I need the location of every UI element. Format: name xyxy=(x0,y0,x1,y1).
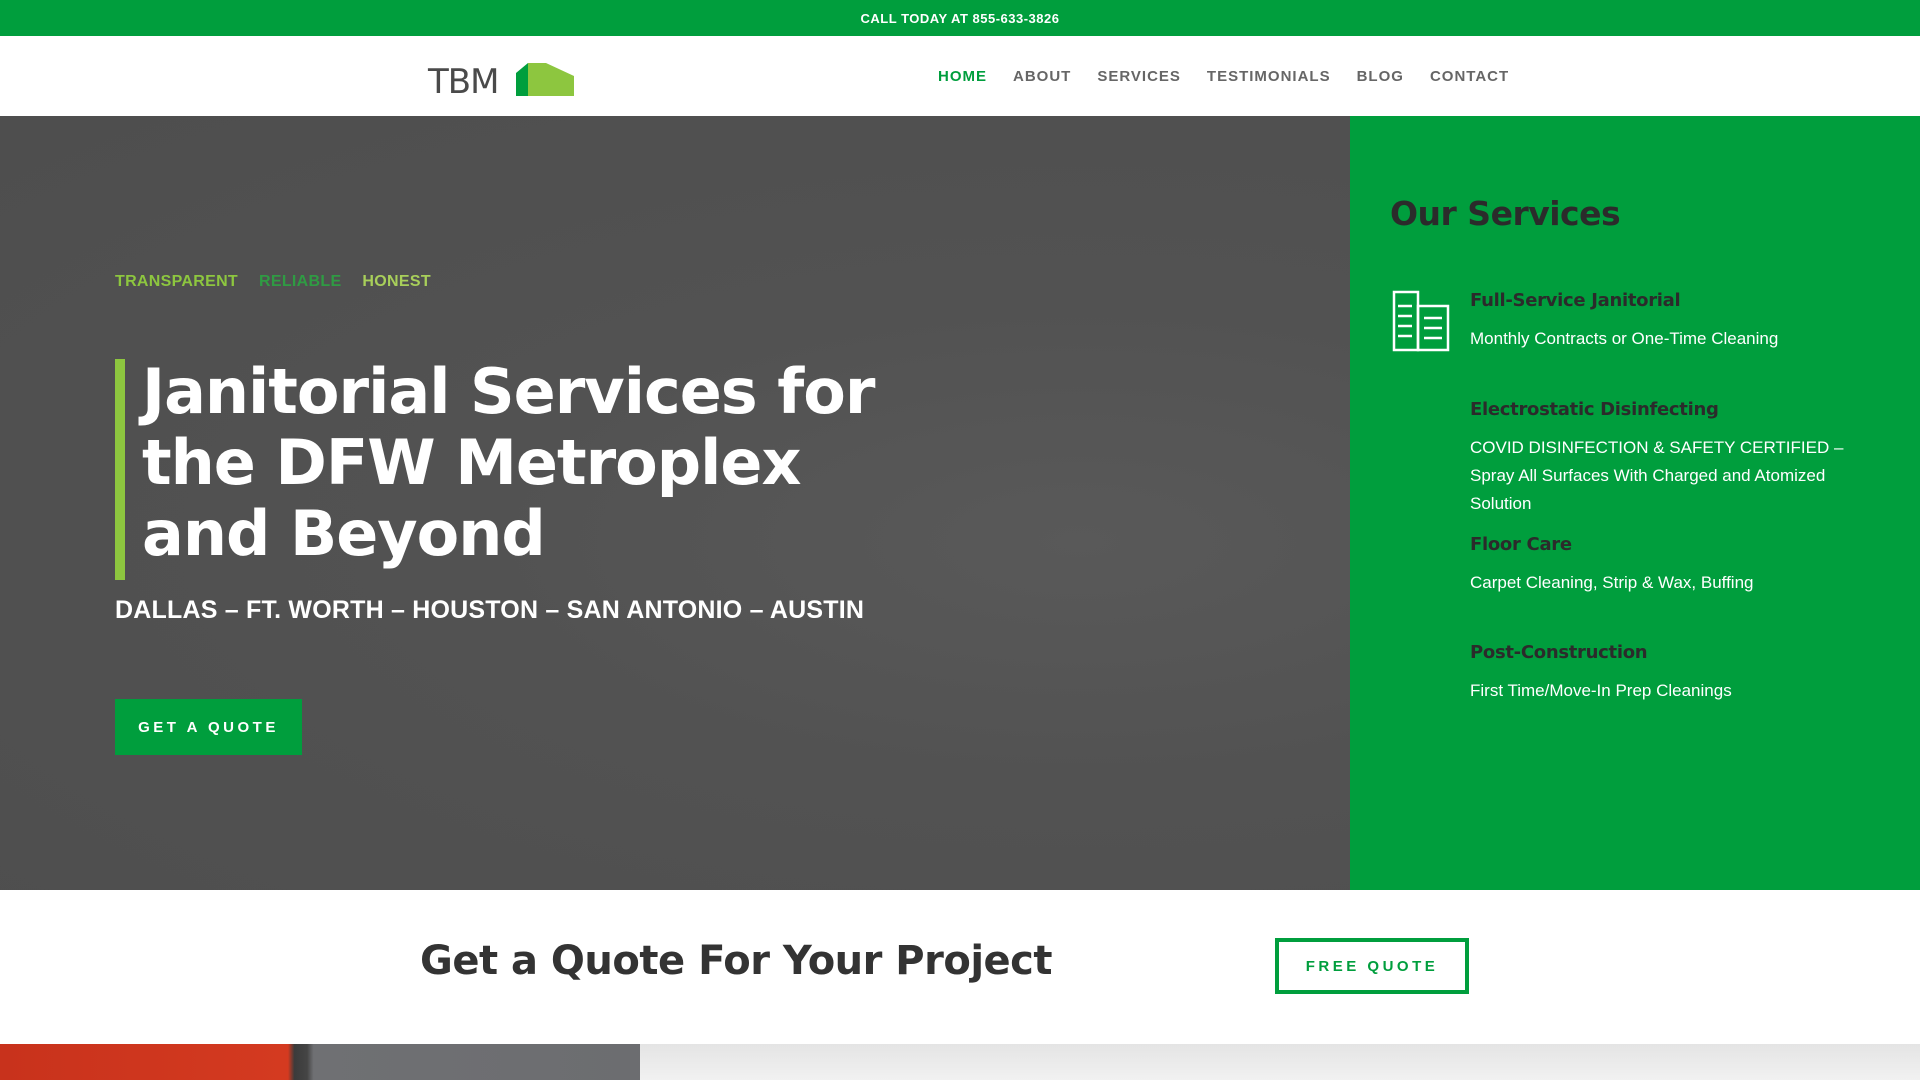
service-title[interactable]: Floor Care xyxy=(1470,534,1890,555)
hero-taglines: TRANSPARENT RELIABLE HONEST xyxy=(115,273,431,291)
nav-contact[interactable]: CONTACT xyxy=(1430,68,1509,85)
building-icon xyxy=(1392,290,1450,352)
tbm-logo[interactable]: TBM xyxy=(428,58,578,102)
hero-title: Janitorial Services for the DFW Metrople… xyxy=(142,355,875,570)
service-desc: First Time/Move-In Prep Cleanings xyxy=(1470,681,1732,700)
hero-accent-bar xyxy=(115,359,125,580)
hero-section: TRANSPARENT RELIABLE HONEST Janitorial S… xyxy=(0,116,1350,890)
quote-title: Get a Quote For Your Project xyxy=(420,938,1053,984)
service-item: Floor Care Carpet Cleaning, Strip & Wax,… xyxy=(1470,534,1890,597)
service-title[interactable]: Post-Construction xyxy=(1470,642,1890,663)
tagline-transparent: TRANSPARENT xyxy=(115,273,239,290)
bottom-content-preview xyxy=(0,1044,1920,1080)
service-item: Post-Construction First Time/Move-In Pre… xyxy=(1470,642,1890,705)
logo-house-icon xyxy=(516,63,574,96)
service-title[interactable]: Full-Service Janitorial xyxy=(1470,290,1890,311)
main-nav: HOME ABOUT SERVICES TESTIMONIALS BLOG CO… xyxy=(938,36,1509,116)
get-a-quote-button[interactable]: GET A QUOTE xyxy=(115,699,302,755)
tagline-honest: HONEST xyxy=(362,273,431,290)
nav-home[interactable]: HOME xyxy=(938,68,987,85)
quote-band: Get a Quote For Your Project FREE QUOTE xyxy=(0,890,1920,1044)
service-desc: Monthly Contracts or One-Time Cleaning xyxy=(1470,329,1779,348)
service-desc: Carpet Cleaning, Strip & Wax, Buffing xyxy=(1470,573,1754,592)
nav-testimonials[interactable]: TESTIMONIALS xyxy=(1207,68,1331,85)
nav-about[interactable]: ABOUT xyxy=(1013,68,1071,85)
site-header: TBM HOME ABOUT SERVICES TESTIMONIALS BLO… xyxy=(0,36,1920,117)
service-item: Full-Service Janitorial Monthly Contract… xyxy=(1470,290,1890,353)
nav-blog[interactable]: BLOG xyxy=(1357,68,1404,85)
nav-services[interactable]: SERVICES xyxy=(1097,68,1181,85)
services-heading: Our Services xyxy=(1390,194,1621,233)
service-title[interactable]: Electrostatic Disinfecting xyxy=(1470,399,1890,420)
call-today-text: CALL TODAY AT 855-633-3826 xyxy=(860,10,1060,26)
tagline-reliable: RELIABLE xyxy=(259,273,342,290)
service-desc: COVID DISINFECTION & SAFETY CERTIFIED – … xyxy=(1470,438,1844,513)
top-call-bar: CALL TODAY AT 855-633-3826 xyxy=(0,0,1920,36)
hero-cities: DALLAS – FT. WORTH – HOUSTON – SAN ANTON… xyxy=(115,596,865,624)
free-quote-button[interactable]: FREE QUOTE xyxy=(1275,938,1469,994)
services-panel: Our Services Full-Service Janitorial Mon… xyxy=(1350,116,1920,890)
content-area xyxy=(640,1044,1920,1080)
cleaning-photo xyxy=(0,1044,640,1080)
service-item: Electrostatic Disinfecting COVID DISINFE… xyxy=(1470,399,1890,518)
